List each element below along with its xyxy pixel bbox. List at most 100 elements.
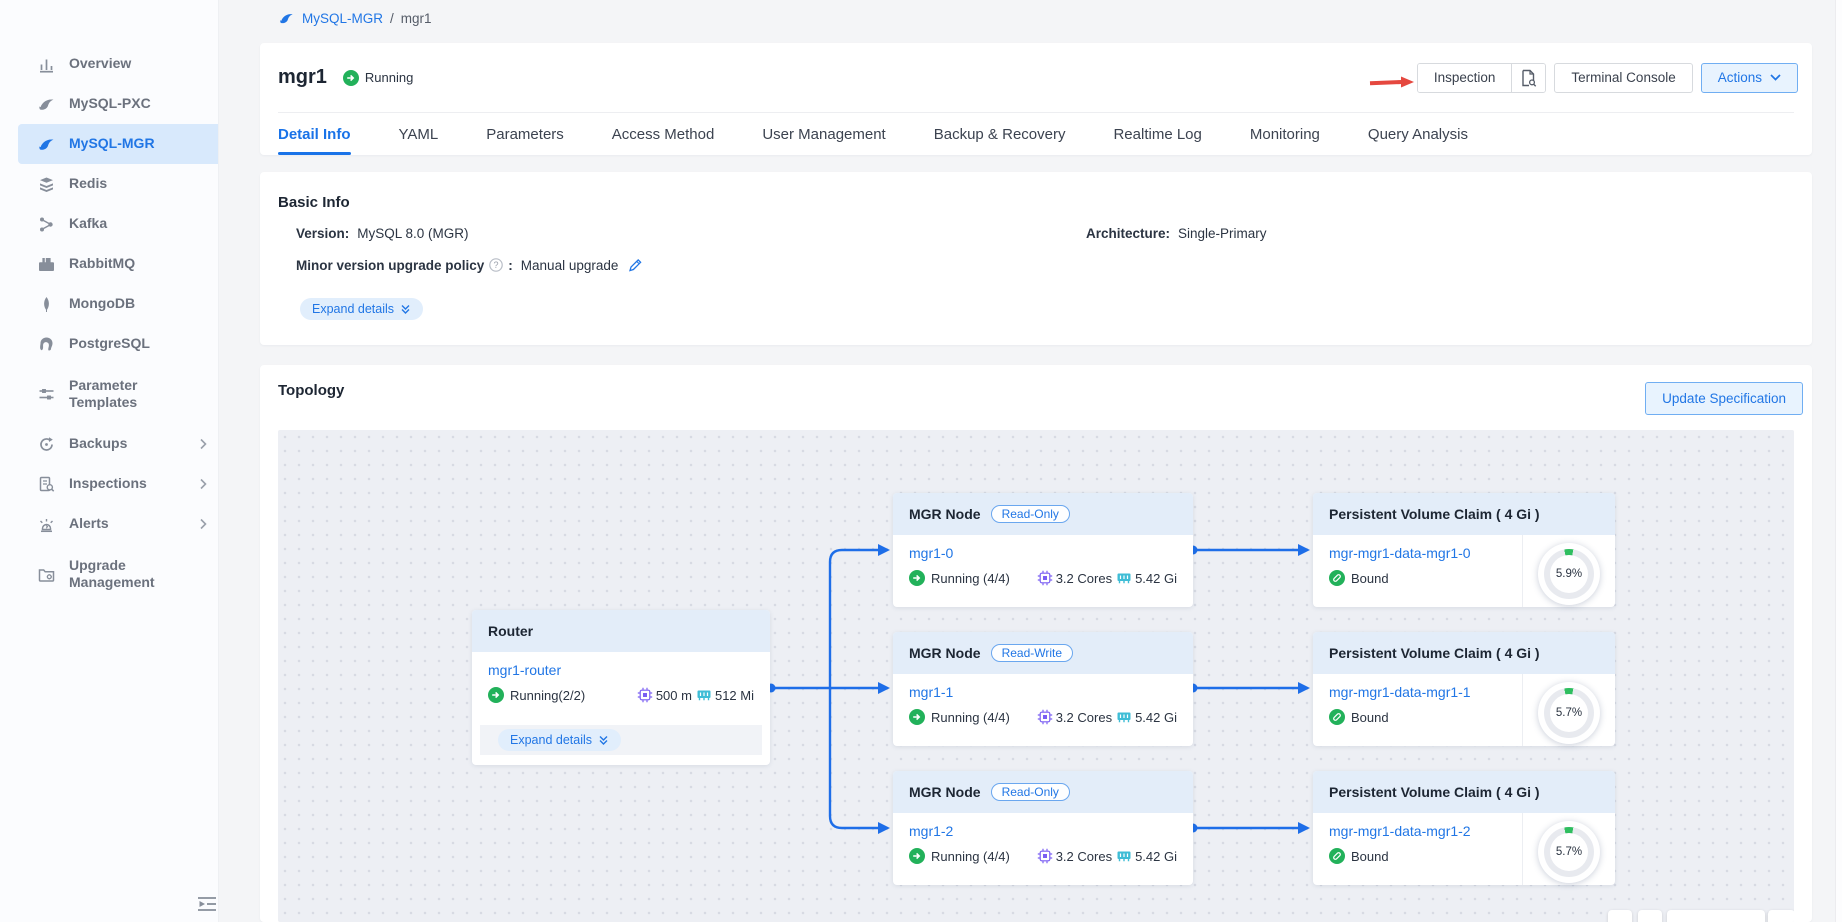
update-specification-button[interactable]: Update Specification <box>1645 382 1803 415</box>
node-card-header: MGR Node Read-Only <box>893 493 1193 535</box>
tab-realtime-log[interactable]: Realtime Log <box>1113 113 1201 155</box>
sidebar-item-redis[interactable]: Redis <box>0 164 218 204</box>
inspection-button-group: Inspection <box>1417 63 1547 93</box>
sidebar-item-postgresql[interactable]: PostgreSQL <box>0 324 218 364</box>
canvas-control-button[interactable] <box>1638 910 1662 922</box>
pvc-header-title: Persistent Volume Claim ( 4 Gi ) <box>1329 506 1540 522</box>
sidebar-item-backups[interactable]: Backups <box>0 424 218 464</box>
node-cpu-value: 3.2 Cores <box>1056 710 1112 725</box>
router-expand-details-label: Expand details <box>510 733 592 747</box>
node-name-link[interactable]: mgr1-0 <box>909 545 953 561</box>
sidebar-item-overview[interactable]: Overview <box>0 44 218 84</box>
edit-pencil-icon[interactable] <box>627 257 643 273</box>
tab-parameters[interactable]: Parameters <box>486 113 564 155</box>
node-role-badge: Read-Write <box>991 644 1073 662</box>
sidebar-item-label: Kafka <box>69 215 181 233</box>
topology-canvas[interactable]: Router mgr1-router Running(2/2) 500 m 5 <box>278 430 1794 922</box>
alarm-icon <box>38 516 55 533</box>
canvas-control-button[interactable] <box>1768 910 1794 922</box>
cpu-icon <box>1037 848 1053 864</box>
version-value: MySQL 8.0 (MGR) <box>357 226 468 241</box>
actions-button[interactable]: Actions <box>1701 63 1798 93</box>
tab-user-management[interactable]: User Management <box>762 113 885 155</box>
tab-query-analysis[interactable]: Query Analysis <box>1368 113 1468 155</box>
pvc-status-text: Bound <box>1351 849 1389 864</box>
node-memory-value: 5.42 Gi <box>1135 849 1177 864</box>
doc-inspect-icon <box>38 476 55 493</box>
actions-button-label: Actions <box>1718 70 1762 85</box>
scrollbar-track[interactable] <box>1835 0 1842 922</box>
running-status-icon <box>909 709 925 725</box>
sidebar-item-kafka[interactable]: Kafka <box>0 204 218 244</box>
sidebar-item-label: Parameter Templates <box>69 377 181 412</box>
inspection-report-icon-button[interactable] <box>1511 64 1545 92</box>
canvas-zoom-slider[interactable] <box>1667 910 1765 922</box>
tab-yaml[interactable]: YAML <box>399 113 439 155</box>
sidebar-nav: Overview MySQL-PXC MySQL-MGR Redis Kafka… <box>0 44 218 604</box>
node-cpu-value: 3.2 Cores <box>1056 849 1112 864</box>
node-card-header: MGR Node Read-Write <box>893 632 1193 674</box>
node-name-link[interactable]: mgr1-2 <box>909 823 953 839</box>
tab-monitoring[interactable]: Monitoring <box>1250 113 1320 155</box>
help-icon[interactable]: ? <box>489 258 503 272</box>
chevron-right-icon <box>199 478 208 490</box>
basic-info-row-1: Version: MySQL 8.0 (MGR) Architecture: S… <box>296 226 1782 241</box>
pvc-usage-gauge: 5.7% <box>1523 674 1615 746</box>
expand-details-pill[interactable]: Expand details <box>300 298 423 320</box>
svg-text:?: ? <box>494 260 499 270</box>
sidebar-item-mongodb[interactable]: MongoDB <box>0 284 218 324</box>
pvc-usage-value: 5.7% <box>1544 827 1594 877</box>
sidebar-item-label: RabbitMQ <box>69 255 181 273</box>
pvc-name-link[interactable]: mgr-mgr1-data-mgr1-1 <box>1329 684 1471 700</box>
basic-info-title: Basic Info <box>278 194 350 211</box>
sidebar-item-mysql-pxc[interactable]: MySQL-PXC <box>0 84 218 124</box>
breadcrumb-current: mgr1 <box>401 11 432 26</box>
node-cpu-value: 3.2 Cores <box>1056 571 1112 586</box>
chevron-right-icon <box>199 518 208 530</box>
terminal-console-button[interactable]: Terminal Console <box>1554 63 1692 93</box>
breadcrumb-separator: / <box>390 11 394 26</box>
router-expand-details-pill[interactable]: Expand details <box>498 729 621 751</box>
tab-backup-recovery[interactable]: Backup & Recovery <box>934 113 1066 155</box>
sidebar-item-label: Backups <box>69 435 181 453</box>
breadcrumb-root-link[interactable]: MySQL-MGR <box>302 11 383 26</box>
sidebar-item-label: PostgreSQL <box>69 335 181 353</box>
memory-icon <box>1116 848 1132 864</box>
backup-restore-icon <box>38 436 55 453</box>
sidebar-item-mysql-mgr[interactable]: MySQL-MGR <box>18 124 218 164</box>
sidebar-item-parameter-templates[interactable]: Parameter Templates <box>0 364 218 424</box>
sidebar-collapse-icon[interactable] <box>196 896 218 912</box>
pvc-card: Persistent Volume Claim ( 4 Gi ) mgr-mgr… <box>1313 493 1615 607</box>
node-status-text: Running (4/4) <box>931 571 1010 586</box>
sidebar-item-alerts[interactable]: Alerts <box>0 504 218 544</box>
node-card-header: MGR Node Read-Only <box>893 771 1193 813</box>
canvas-control-button[interactable] <box>1608 910 1632 922</box>
pvc-name-link[interactable]: mgr-mgr1-data-mgr1-2 <box>1329 823 1471 839</box>
pvc-name-link[interactable]: mgr-mgr1-data-mgr1-0 <box>1329 545 1471 561</box>
node-role-badge: Read-Only <box>991 505 1070 523</box>
pvc-card: Persistent Volume Claim ( 4 Gi ) mgr-mgr… <box>1313 632 1615 746</box>
pvc-card: Persistent Volume Claim ( 4 Gi ) mgr-mgr… <box>1313 771 1615 885</box>
sidebar-item-upgrade-management[interactable]: Upgrade Management <box>0 544 218 604</box>
title-row: mgr1 Running Inspection Terminal Console… <box>278 43 1798 112</box>
node-role-badge: Read-Only <box>991 783 1070 801</box>
chevron-right-icon <box>199 438 208 450</box>
tab-detail-info[interactable]: Detail Info <box>278 113 351 155</box>
upgrade-policy-label: Minor version upgrade policy <box>296 258 484 273</box>
sidebar-item-label: Overview <box>69 55 181 73</box>
cpu-icon <box>637 687 653 703</box>
sidebar-item-rabbitmq[interactable]: RabbitMQ <box>0 244 218 284</box>
node-name-link[interactable]: mgr1-1 <box>909 684 953 700</box>
pvc-card-header: Persistent Volume Claim ( 4 Gi ) <box>1313 632 1615 674</box>
double-chevron-down-icon <box>400 304 411 315</box>
tab-access-method[interactable]: Access Method <box>612 113 715 155</box>
pvc-card-header: Persistent Volume Claim ( 4 Gi ) <box>1313 493 1615 535</box>
detail-header-card: mgr1 Running Inspection Terminal Console… <box>260 43 1812 155</box>
pvc-usage-value: 5.7% <box>1544 688 1594 738</box>
page-title: mgr1 <box>278 66 327 89</box>
inspection-button[interactable]: Inspection <box>1418 64 1512 92</box>
sidebar-item-inspections[interactable]: Inspections <box>0 464 218 504</box>
pvc-usage-gauge: 5.9% <box>1523 535 1615 607</box>
router-memory: 512 Mi <box>696 687 754 703</box>
router-name-link[interactable]: mgr1-router <box>488 662 561 678</box>
